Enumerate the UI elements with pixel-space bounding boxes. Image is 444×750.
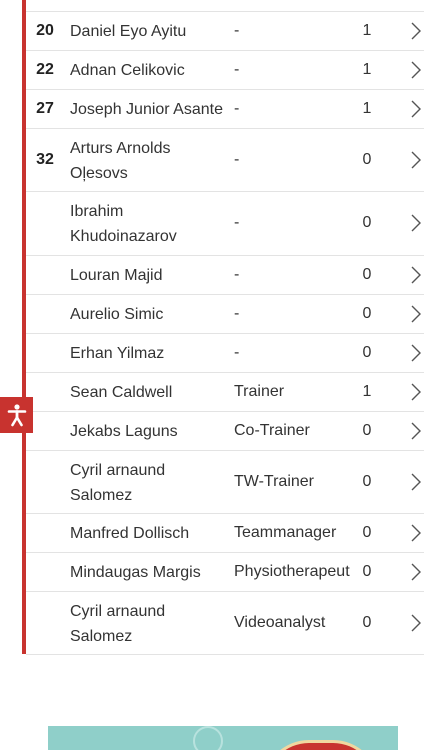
person-name: Mindaugas Margis [70,560,230,585]
person-name-line: Ibrahim [70,203,124,220]
table-row[interactable]: Sean Caldwell Trainer 1 [26,373,424,412]
table-row[interactable]: Manfred Dollisch Teammanager 0 [26,514,424,553]
chevron-right-icon[interactable] [409,60,423,80]
appearance-count: 0 [362,150,372,168]
appearance-count: 0 [362,214,372,231]
table-row[interactable]: 22 Adnan Celikovic - 1 [26,51,424,90]
person-name: Manfred Dollisch [70,521,230,546]
person-name-line: Khudoinazarov [70,228,177,245]
person-name: Cyril arnaund Salomez [70,458,230,508]
person-name-line: Arturs Arnolds [70,139,171,157]
person-name: Cyril arnaund Salomez [70,599,230,649]
banner-logo-graphic [263,740,379,750]
appearance-count: 0 [362,343,372,361]
role-label: Videoanalyst [234,613,326,631]
accessibility-icon [7,404,26,427]
role-label: Trainer [234,382,285,400]
appearance-count: 1 [362,21,372,39]
accessibility-button[interactable] [0,397,33,433]
appearance-count: 1 [362,60,372,78]
person-name-line: Salomez [70,627,133,645]
chevron-right-icon[interactable] [409,523,423,543]
table-row[interactable]: Cyril arnaund Salomez Videoanalyst 0 [26,592,424,655]
role-label: - [234,60,240,78]
chevron-right-icon[interactable] [409,613,423,633]
person-name-line: Mindaugas Margis [70,564,201,581]
role-label: - [234,304,240,322]
chevron-right-icon[interactable] [409,265,423,285]
chevron-right-icon[interactable] [409,213,423,233]
person-name: Arturs Arnolds Oļesovs [70,136,230,186]
appearance-count: 1 [362,99,372,117]
chevron-right-icon[interactable] [409,304,423,324]
appearance-count: 0 [362,421,372,439]
person-name-line: Aurelio Simic [70,306,164,323]
table-row[interactable]: 20 Daniel Eyo Ayitu - 1 [26,12,424,51]
role-label: Teammanager [234,523,337,541]
jersey-number: 32 [36,150,54,168]
person-name: Aurelio Simic [70,302,230,327]
person-name-line: Sean Caldwell [70,384,173,401]
person-name-line: Jekabs Laguns [70,423,178,440]
person-name-line: Adnan Celikovic [70,62,185,79]
person-name-line: Oļesovs [70,164,128,182]
table-row[interactable]: Cyril arnaund Salomez TW-Trainer 0 [26,451,424,514]
person-name-line: Cyril arnaund [70,461,166,479]
table-row[interactable]: Aurelio Simic - 0 [26,295,424,334]
person-name: Ibrahim Khudoinazarov [70,199,230,249]
chevron-right-icon[interactable] [409,382,423,402]
person-name: Jekabs Laguns [70,419,230,444]
jersey-number: 22 [36,60,54,78]
appearance-count: 0 [362,304,372,322]
appearance-count: 1 [362,382,372,400]
role-label: - [234,343,240,361]
chevron-right-icon[interactable] [409,421,423,441]
person-name-line: Louran Majid [70,267,163,284]
chevron-right-icon[interactable] [409,99,423,119]
chevron-right-icon[interactable] [409,472,423,492]
appearance-count: 0 [362,562,372,580]
person-name-line: Joseph Junior Asante [70,101,223,118]
person-name: Erhan Yilmaz [70,341,230,366]
appearance-count: 0 [362,472,372,490]
person-name-line: Salomez [70,486,133,504]
table-row[interactable]: Jekabs Laguns Co-Trainer 0 [26,412,424,451]
ball-graphic [193,726,223,750]
table-row[interactable]: 27 Joseph Junior Asante - 1 [26,90,424,129]
role-label: - [234,21,240,39]
role-label: - [234,214,240,231]
appearance-count: 0 [362,523,372,541]
role-label: TW-Trainer [234,472,314,490]
person-name: Louran Majid [70,263,230,288]
person-name: Joseph Junior Asante [70,97,230,122]
chevron-right-icon[interactable] [409,343,423,363]
person-name: Daniel Eyo Ayitu [70,19,230,44]
table-row[interactable]: Mindaugas Margis Physiotherapeut 0 [26,553,424,592]
table-row[interactable]: Louran Majid - 0 [26,256,424,295]
table-row[interactable]: Erhan Yilmaz - 0 [26,334,424,373]
person-name: Sean Caldwell [70,380,230,405]
table-row[interactable]: Ibrahim Khudoinazarov - 0 [26,192,424,256]
appearance-count: 0 [362,613,372,631]
row-divider [26,11,424,12]
person-name-line: Manfred Dollisch [70,525,190,542]
role-label: - [234,150,240,168]
appearance-count: 0 [362,265,372,283]
chevron-right-icon[interactable] [409,21,423,41]
jersey-number: 20 [36,21,54,39]
chevron-right-icon[interactable] [409,562,423,582]
chevron-right-icon[interactable] [409,150,423,170]
person-name: Adnan Celikovic [70,58,230,83]
jersey-number: 27 [36,99,54,117]
role-label: Physiotherapeut [234,562,350,580]
person-name-line: Erhan Yilmaz [70,345,165,362]
role-label: Co-Trainer [234,421,310,439]
person-name-line: Cyril arnaund [70,602,166,620]
advertisement-banner[interactable] [48,726,398,750]
person-name-line: Daniel Eyo Ayitu [70,23,187,40]
role-label: - [234,265,240,283]
table-row[interactable]: 32 Arturs Arnolds Oļesovs - 0 [26,129,424,192]
role-label: - [234,99,240,117]
